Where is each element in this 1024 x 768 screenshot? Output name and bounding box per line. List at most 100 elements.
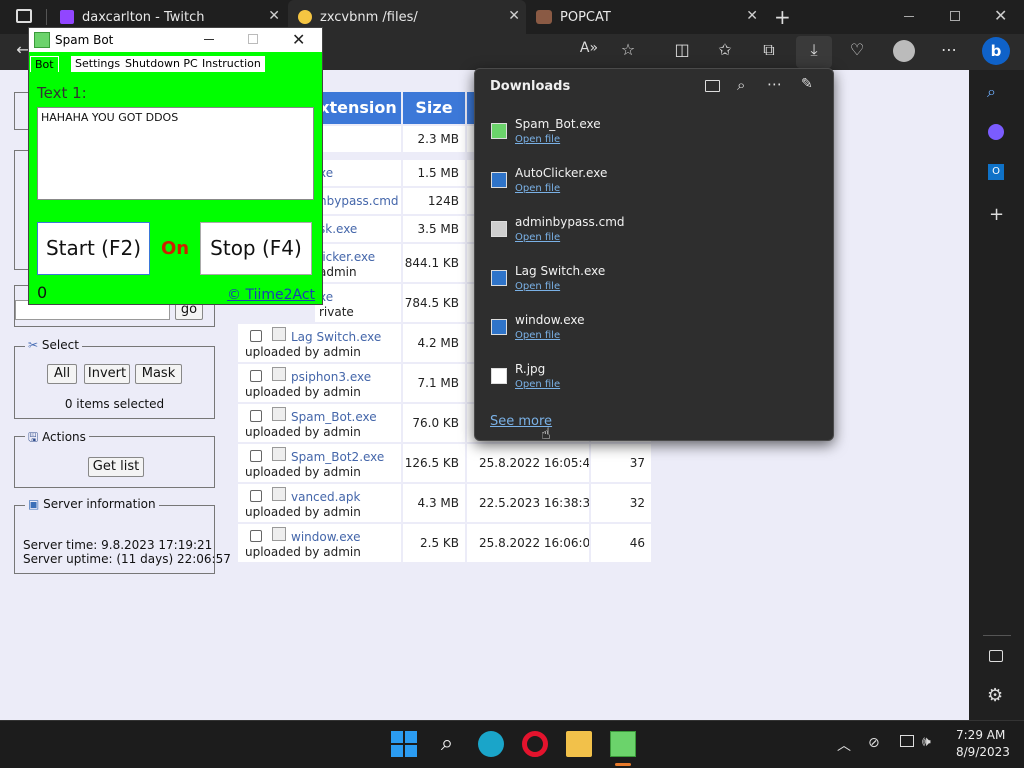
download-item[interactable]: AutoClicker.exe Open file xyxy=(489,166,809,206)
avatar[interactable] xyxy=(893,40,915,62)
restore-icon[interactable] xyxy=(950,11,960,21)
search-icon[interactable]: ⌕ xyxy=(434,731,460,757)
network-icon[interactable]: ⊘ xyxy=(868,735,880,751)
tab-instruction[interactable]: Instruction xyxy=(198,56,265,72)
file-type-icon xyxy=(272,407,286,421)
download-item[interactable]: Spam_Bot.exe Open file xyxy=(489,117,809,157)
close-icon[interactable]: ✕ xyxy=(508,8,520,24)
open-file-link[interactable]: Open file xyxy=(515,183,560,194)
column-header-size[interactable]: Size xyxy=(403,92,465,124)
clock-time[interactable]: 7:29 AM xyxy=(956,728,1005,742)
stop-button[interactable]: Stop (F4) xyxy=(200,222,312,275)
file-explorer-icon[interactable] xyxy=(566,731,592,757)
open-file-link[interactable]: Open file xyxy=(515,330,560,341)
minimize-icon[interactable] xyxy=(904,16,914,17)
open-file-link[interactable]: Open file xyxy=(515,379,560,390)
outlook-icon[interactable]: O xyxy=(988,164,1004,180)
tab-files[interactable]: zxcvbnm /files/ ✕ xyxy=(288,0,526,34)
search-icon[interactable]: ⌕ xyxy=(987,82,996,102)
file-link[interactable]: nbypass.cmd xyxy=(319,194,399,208)
file-name-cell: licker.exe admin xyxy=(315,244,401,282)
copilot-icon[interactable] xyxy=(988,124,1004,140)
credit-link[interactable]: © Tiime2Act xyxy=(227,287,315,303)
mask-button[interactable]: Mask xyxy=(135,364,182,384)
spam-bot-app-icon xyxy=(34,32,50,48)
start-icon[interactable] xyxy=(391,731,417,757)
spam-bot-taskbar-icon[interactable] xyxy=(610,731,636,757)
file-link[interactable]: vanced.apk xyxy=(291,490,360,504)
select-all-button[interactable]: All xyxy=(47,364,77,384)
download-item[interactable]: adminbypass.cmd Open file xyxy=(489,215,809,255)
spam-bot-titlebar[interactable]: Spam Bot ✕ xyxy=(29,28,322,52)
open-file-link[interactable]: Open file xyxy=(515,232,560,243)
spam-bot-tabs: Bot Settings Shutdown PC Instruction xyxy=(29,52,322,72)
row-checkbox[interactable] xyxy=(250,370,262,382)
download-icon[interactable]: ⤓ xyxy=(803,40,825,60)
file-link[interactable]: licker.exe xyxy=(319,250,375,264)
edge-icon[interactable] xyxy=(478,731,504,757)
row-checkbox[interactable] xyxy=(250,450,262,462)
maximize-icon[interactable] xyxy=(248,34,258,44)
open-downloads-folder-icon[interactable] xyxy=(705,80,720,92)
tab-popcat[interactable]: POPCAT ✕ xyxy=(528,0,764,34)
file-type-icon xyxy=(272,487,286,501)
column-header-extension[interactable]: xtension xyxy=(315,92,401,124)
row-checkbox[interactable] xyxy=(250,530,262,542)
row-checkbox[interactable] xyxy=(250,330,262,342)
collections-icon[interactable]: ⧉ xyxy=(758,40,780,60)
volume-icon[interactable]: 🕪 xyxy=(922,734,931,750)
file-date-cell: 22.5.2023 16:38:33 xyxy=(467,484,589,522)
spam-text-input[interactable]: HAHAHA YOU GOT DDOS xyxy=(37,107,314,200)
chevron-up-icon[interactable]: ︿ xyxy=(837,735,851,755)
open-file-link[interactable]: Open file xyxy=(515,281,560,292)
download-file-name: R.jpg xyxy=(515,362,546,376)
pin-icon[interactable]: ✎ xyxy=(801,76,813,92)
display-icon[interactable] xyxy=(900,735,914,747)
close-icon[interactable]: ✕ xyxy=(292,30,305,49)
search-downloads-icon[interactable]: ⌕ xyxy=(737,76,745,94)
read-aloud-icon[interactable]: A» xyxy=(578,40,600,56)
opera-icon[interactable] xyxy=(522,731,548,757)
more-options-icon[interactable]: ⋯ xyxy=(767,75,782,93)
message-counter: 0 xyxy=(37,283,48,302)
file-size-cell: 126.5 KB xyxy=(403,444,465,482)
tab-shutdown-pc[interactable]: Shutdown PC xyxy=(121,56,202,72)
browser-essentials-icon[interactable]: ♡ xyxy=(846,40,868,59)
more-options-icon[interactable]: ⋯ xyxy=(938,40,960,59)
clock-date[interactable]: 8/9/2023 xyxy=(956,745,1010,759)
uploader-text: uploaded by admin xyxy=(245,545,361,559)
tab-bot[interactable]: Bot xyxy=(30,56,59,72)
download-item[interactable]: Lag Switch.exe Open file xyxy=(489,264,809,304)
file-link[interactable]: window.exe xyxy=(291,530,361,544)
split-screen-icon[interactable]: ◫ xyxy=(671,40,693,59)
file-link[interactable]: Spam_Bot.exe xyxy=(291,410,377,424)
hide-sidebar-icon[interactable] xyxy=(989,650,1003,662)
row-checkbox[interactable] xyxy=(250,410,262,422)
minimize-icon[interactable] xyxy=(204,39,214,40)
favorites-icon[interactable]: ✩ xyxy=(714,40,736,59)
start-button[interactable]: Start (F2) xyxy=(37,222,150,275)
add-sidebar-app-icon[interactable]: + xyxy=(989,204,1004,225)
invert-selection-button[interactable]: Invert xyxy=(84,364,130,384)
file-size-cell: 76.0 KB xyxy=(403,404,465,442)
favorite-star-icon[interactable]: ☆ xyxy=(617,40,639,59)
file-link[interactable]: Lag Switch.exe xyxy=(291,330,381,344)
download-item[interactable]: window.exe Open file xyxy=(489,313,809,353)
new-tab-icon[interactable]: + xyxy=(774,5,791,29)
file-link[interactable]: Spam_Bot2.exe xyxy=(291,450,384,464)
get-list-button[interactable]: Get list xyxy=(88,457,144,477)
file-link[interactable]: psiphon3.exe xyxy=(291,370,371,384)
open-file-link[interactable]: Open file xyxy=(515,134,560,145)
uploader-text: uploaded by admin xyxy=(245,465,361,479)
row-checkbox[interactable] xyxy=(250,490,262,502)
close-window-icon[interactable]: ✕ xyxy=(994,6,1007,25)
tab-settings[interactable]: Settings xyxy=(71,56,125,72)
close-icon[interactable]: ✕ xyxy=(268,8,280,24)
download-item[interactable]: R.jpg Open file xyxy=(489,362,809,402)
file-link[interactable]: sk.exe xyxy=(319,222,357,236)
close-icon[interactable]: ✕ xyxy=(746,8,758,24)
bing-copilot-icon[interactable]: b xyxy=(982,37,1010,65)
tab-actions-icon[interactable] xyxy=(16,9,32,23)
uploader-text: uploaded by admin xyxy=(245,385,361,399)
settings-icon[interactable]: ⚙ xyxy=(987,685,1003,706)
